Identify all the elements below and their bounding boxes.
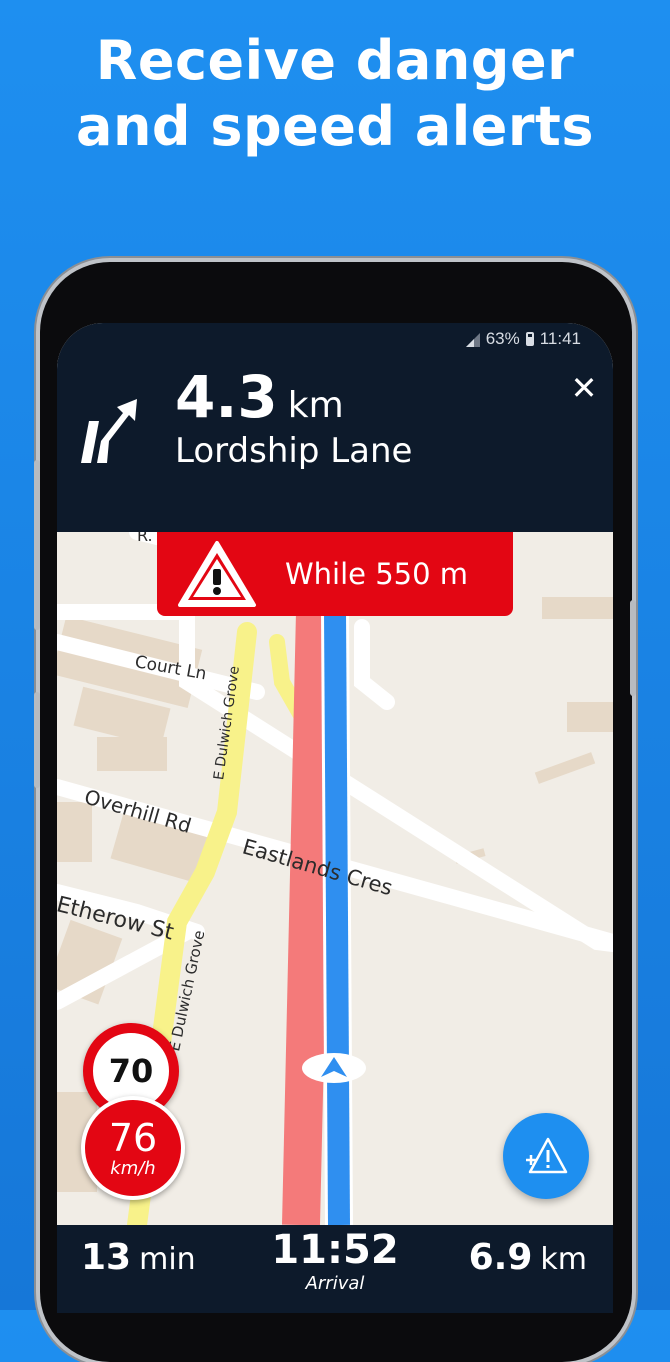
current-speed-unit: km/h — [110, 1157, 156, 1179]
status-bar: 63% 11:41 — [465, 329, 581, 349]
keep-right-arrow-icon — [81, 399, 137, 463]
next-maneuver-distance: 4.3 km — [175, 363, 344, 431]
phone-volume-button — [34, 460, 40, 630]
battery-percentage: 63% — [485, 329, 520, 348]
close-icon[interactable]: ✕ — [569, 372, 599, 404]
warning-triangle-icon — [178, 541, 256, 607]
speed-limit-value: 70 — [108, 1052, 154, 1090]
headline-line-1: Receive danger — [95, 29, 575, 92]
phone-screen: R. G Court Ln E Dulwich Grove Overhill R… — [57, 323, 613, 1313]
distance-unit: km — [287, 385, 344, 426]
remaining-distance: 6.9 km — [469, 1237, 587, 1278]
danger-alert-banner[interactable]: While 550 m — [157, 532, 513, 616]
trip-summary-bar[interactable]: 13 min 11:52 Arrival 6.9 km — [57, 1225, 613, 1313]
add-hazard-icon — [526, 1137, 568, 1174]
remaining-distance-unit: km — [540, 1242, 587, 1277]
battery-icon — [525, 332, 534, 346]
phone-power-button — [630, 600, 636, 696]
alert-distance-text: While 550 m — [285, 557, 469, 591]
distance-value: 4.3 — [175, 363, 278, 431]
report-hazard-button[interactable] — [503, 1113, 589, 1199]
current-speed-value: 76 — [108, 1115, 158, 1160]
next-street-name: Lordship Lane — [175, 431, 413, 471]
headline-line-2: and speed alerts — [76, 95, 594, 158]
status-time: 11:41 — [539, 329, 581, 348]
phone-bixby-button — [34, 692, 40, 788]
signal-icon — [465, 332, 480, 347]
headline: Receive danger and speed alerts — [0, 28, 670, 160]
remaining-distance-value: 6.9 — [468, 1237, 533, 1278]
navigation-instruction-panel: 63% 11:41 4.3 km Lordship Lane ✕ — [57, 323, 613, 532]
traffic-highlight — [282, 611, 334, 1225]
route-line — [324, 611, 350, 1225]
current-speed-indicator: 76 km/h — [81, 1096, 185, 1200]
